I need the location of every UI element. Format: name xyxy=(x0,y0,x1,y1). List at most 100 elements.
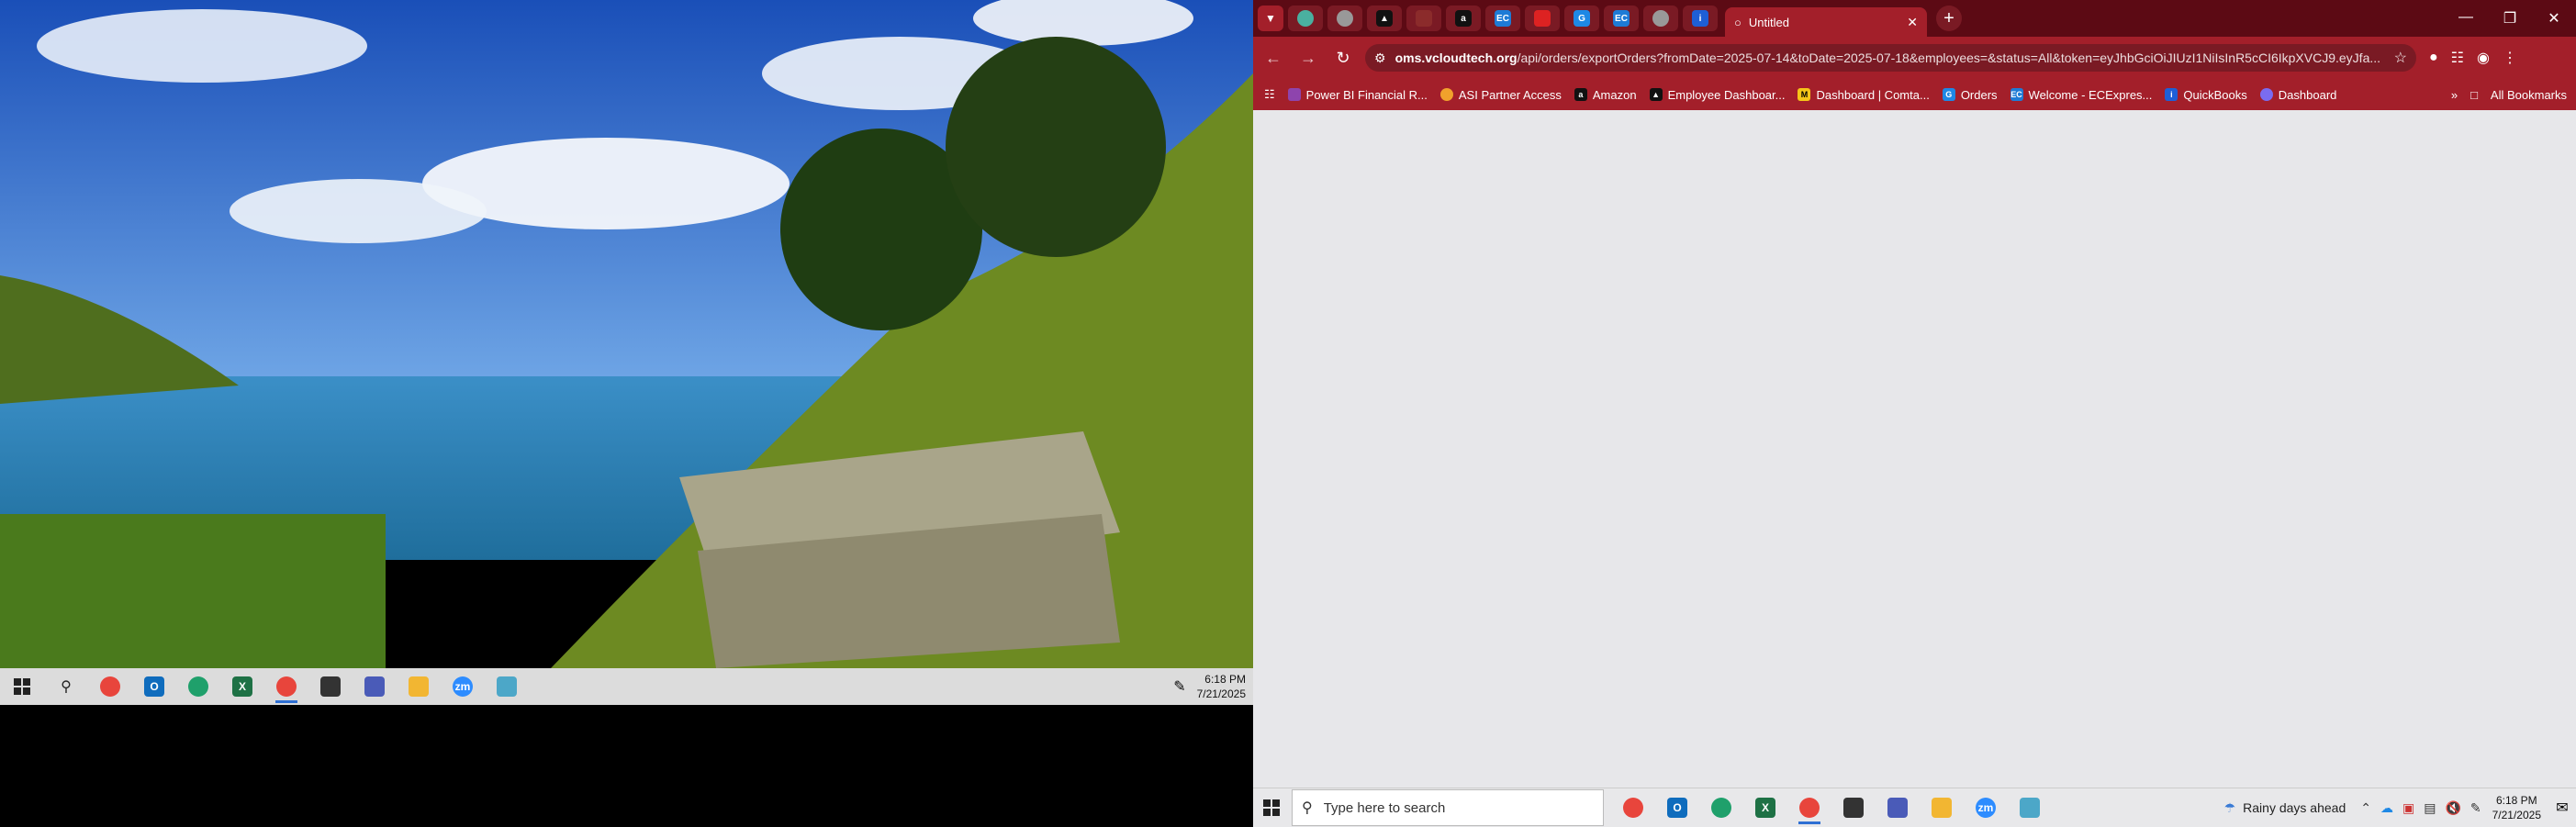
file-explorer-icon[interactable] xyxy=(1925,791,1958,824)
search-box[interactable]: ⚲ Type here to search xyxy=(1292,789,1604,826)
tab-9[interactable]: EC xyxy=(1604,6,1639,31)
g-icon: G xyxy=(1942,88,1955,101)
g-icon: G xyxy=(1574,10,1590,27)
restore-icon[interactable]: ❐ xyxy=(2488,9,2532,28)
circle-extension-icon[interactable]: ● xyxy=(2429,50,2438,66)
bookmark-item[interactable]: M Dashboard | Comta... xyxy=(1798,88,1930,102)
tab-search-dropdown[interactable]: ▼ xyxy=(1258,6,1283,31)
excel-icon[interactable]: X xyxy=(226,670,259,703)
chrome-icon[interactable] xyxy=(1617,791,1650,824)
new-tab-button[interactable]: + xyxy=(1936,6,1962,31)
bookmark-item[interactable]: i QuickBooks xyxy=(2165,88,2247,102)
url-host: oms.vcloudtech.org xyxy=(1394,50,1518,65)
left-clock[interactable]: 6:18 PM 7/21/2025 xyxy=(1197,672,1246,701)
excel-icon[interactable]: X xyxy=(1749,791,1782,824)
system-tray: ⌃ ☁ ▣ ▤ 🔇 ✎ xyxy=(2360,800,2481,816)
reload-icon[interactable]: ↻ xyxy=(1328,43,1358,73)
triangle-icon: ▲ xyxy=(1649,88,1663,101)
ec-icon: EC xyxy=(1613,10,1630,27)
edge-icon[interactable] xyxy=(1705,791,1738,824)
calculator-icon[interactable] xyxy=(1881,791,1914,824)
chrome-profile-icon[interactable] xyxy=(270,670,303,703)
tab-10[interactable] xyxy=(1643,6,1678,31)
extensions-icon[interactable]: ☷ xyxy=(2451,49,2464,67)
left-monitor: ⚲ O X zm ✎ 6:18 PM 7/21/2025 xyxy=(0,0,1253,826)
chrome-icon[interactable] xyxy=(94,670,127,703)
sticky-notes-icon[interactable] xyxy=(314,670,347,703)
notification-icon[interactable]: ✉ xyxy=(2548,799,2576,817)
tab-8[interactable]: G xyxy=(1564,6,1599,31)
weather-widget[interactable]: ☂ Rainy days ahead xyxy=(2224,800,2346,816)
bookmark-item[interactable]: G Orders xyxy=(1942,88,1998,102)
left-date: 7/21/2025 xyxy=(1196,687,1246,700)
bookmarks-overflow: » □ All Bookmarks xyxy=(2451,88,2576,102)
left-tray: ✎ 6:18 PM 7/21/2025 xyxy=(1173,672,1253,701)
cloud-icon[interactable]: ☁ xyxy=(2380,800,2393,816)
volume-muted-icon[interactable]: 🔇 xyxy=(2445,800,2460,816)
address-bar[interactable]: ⚙ oms.vcloudtech.org/api/orders/exportOr… xyxy=(1365,44,2416,72)
right-date: 7/21/2025 xyxy=(2492,809,2541,821)
zoom-icon[interactable]: zm xyxy=(1969,791,2002,824)
profile-icon[interactable]: ◉ xyxy=(2477,49,2490,67)
amazon-icon: a xyxy=(1455,10,1472,27)
sticky-notes-icon[interactable] xyxy=(1837,791,1870,824)
weather-text: Rainy days ahead xyxy=(2243,800,2346,815)
site-info-icon[interactable]: ⚙ xyxy=(1374,50,1386,66)
tab-2[interactable] xyxy=(1327,6,1362,31)
close-icon[interactable]: ✕ xyxy=(1907,15,1918,30)
tab-3[interactable]: ▲ xyxy=(1367,6,1402,31)
start-icon[interactable] xyxy=(1253,789,1290,826)
bookmark-item[interactable]: Power BI Financial R... xyxy=(1287,88,1428,102)
pen-icon[interactable]: ✎ xyxy=(1173,677,1185,696)
menu-icon[interactable]: ⋮ xyxy=(2503,49,2517,67)
search-icon: ⚲ xyxy=(1302,800,1313,816)
search-icon[interactable]: ⚲ xyxy=(50,670,83,703)
all-bookmarks-link[interactable]: All Bookmarks xyxy=(2491,88,2567,102)
minimize-icon[interactable]: — xyxy=(2444,9,2488,28)
browser-tab-strip: ▼ ▲ a EC G EC i ○ Untitled ✕ + — ❐ ✕ xyxy=(1253,0,2576,37)
bookmark-item[interactable]: a Amazon xyxy=(1574,88,1637,102)
outlook-icon[interactable]: O xyxy=(1661,791,1694,824)
chevron-up-icon[interactable]: ⌃ xyxy=(2360,800,2371,816)
right-clock[interactable]: 6:18 PM 7/21/2025 xyxy=(2492,793,2541,822)
tab-1[interactable] xyxy=(1288,6,1323,31)
network-icon[interactable]: ▤ xyxy=(2424,800,2436,816)
app-icon[interactable] xyxy=(2013,791,2046,824)
app-icon[interactable] xyxy=(490,670,523,703)
zoom-icon[interactable]: zm xyxy=(446,670,479,703)
back-arrow-icon[interactable]: ← xyxy=(1259,43,1288,73)
apps-grid-icon[interactable]: ☷ xyxy=(1264,87,1275,102)
chrome-profile-icon[interactable] xyxy=(1793,791,1826,824)
file-explorer-icon[interactable] xyxy=(402,670,435,703)
tab-4[interactable] xyxy=(1406,6,1441,31)
wallpaper-image xyxy=(0,0,1253,668)
tab-5[interactable]: a xyxy=(1446,6,1481,31)
close-window-icon[interactable]: ✕ xyxy=(2532,9,2576,28)
edge-icon[interactable] xyxy=(182,670,215,703)
tab-7[interactable] xyxy=(1525,6,1560,31)
bookmark-item[interactable]: Dashboard xyxy=(2259,88,2336,102)
outlook-icon[interactable]: O xyxy=(138,670,171,703)
search-placeholder: Type here to search xyxy=(1323,799,1446,816)
amazon-icon: a xyxy=(1574,88,1587,101)
start-icon[interactable] xyxy=(6,670,39,703)
red-app-icon xyxy=(1534,10,1551,27)
tab-active[interactable]: ○ Untitled ✕ xyxy=(1725,7,1927,37)
triangle-icon: ▲ xyxy=(1376,10,1393,27)
bookmark-star-icon[interactable]: ☆ xyxy=(2394,49,2407,67)
avatar-icon xyxy=(1416,10,1432,27)
chevron-right-icon[interactable]: » xyxy=(2451,88,2458,102)
left-time: 6:18 PM xyxy=(1204,673,1246,686)
bookmark-item[interactable]: ▲ Employee Dashboar... xyxy=(1649,88,1785,102)
tab-11[interactable]: i xyxy=(1683,6,1718,31)
right-monitor: ▼ ▲ a EC G EC i ○ Untitled ✕ + — ❐ ✕ ← →… xyxy=(1253,0,2576,827)
pen-icon[interactable]: ✎ xyxy=(2470,800,2481,816)
forward-arrow-icon[interactable]: → xyxy=(1294,43,1323,73)
calculator-icon[interactable] xyxy=(358,670,391,703)
right-taskbar: ⚲ Type here to search O X zm ☂ Rainy day… xyxy=(1253,788,2576,827)
bookmark-item[interactable]: EC Welcome - ECExpres... xyxy=(2010,88,2152,102)
camera-icon[interactable]: ▣ xyxy=(2402,800,2414,816)
bookmark-item[interactable]: ASI Partner Access xyxy=(1439,88,1562,102)
tab-6[interactable]: EC xyxy=(1485,6,1520,31)
folder-icon: □ xyxy=(2470,87,2478,102)
